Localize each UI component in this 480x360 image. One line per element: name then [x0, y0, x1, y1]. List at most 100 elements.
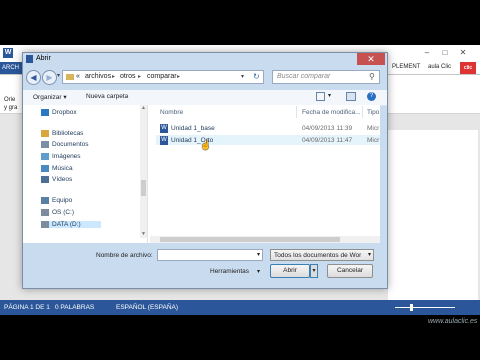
nav-item[interactable]: Música	[41, 165, 73, 172]
dialog-word-icon	[26, 55, 33, 63]
nav-item[interactable]: Documentos	[41, 141, 89, 148]
file-name-text: Unidad 1_base	[171, 125, 215, 133]
breadcrumb-sep-icon: ▸	[177, 74, 181, 80]
file-type: Micr	[367, 125, 380, 132]
nav-item[interactable]: Vídeos	[41, 176, 72, 183]
file-date: 04/09/2013 11:39	[302, 125, 353, 132]
view-options-icon[interactable]	[316, 92, 325, 101]
open-button[interactable]: Abrir	[270, 264, 310, 278]
nav-item-label: Imágenes	[52, 153, 81, 161]
help-icon[interactable]: ?	[367, 92, 376, 101]
videos-icon	[41, 176, 49, 183]
search-placeholder: Buscar comparar	[277, 73, 331, 80]
horizontal-scroll-thumb[interactable]	[160, 237, 340, 242]
breadcrumb-comparar[interactable]: comparar	[147, 73, 177, 80]
breadcrumb-sep-icon: ▸	[138, 74, 142, 80]
refresh-icon[interactable]: ↻	[253, 72, 260, 81]
address-bar[interactable]: « archivos ▸ otros ▸ comparar ▸ ▾ ↻	[62, 70, 264, 84]
mouse-cursor-icon: ☝	[200, 140, 212, 150]
status-page[interactable]: PÁGINA 1 DE 1	[4, 300, 50, 315]
account-name[interactable]: aula Clic	[428, 64, 451, 70]
new-folder-button[interactable]: Nueva carpeta	[86, 93, 128, 100]
dialog-close-button[interactable]: ✕	[357, 53, 385, 65]
filetype-dropdown-icon[interactable]: ▾	[368, 251, 371, 258]
column-name[interactable]: Nombre	[160, 109, 183, 116]
column-type[interactable]: Tipo	[367, 109, 379, 116]
nav-item-label: Música	[52, 165, 73, 173]
nav-item[interactable]: Imágenes	[41, 153, 81, 160]
breadcrumb-otros[interactable]: otros	[120, 73, 136, 80]
document-page[interactable]	[388, 130, 478, 300]
nav-item-label: DATA (D:)	[52, 221, 81, 229]
minimize-icon[interactable]: –	[420, 48, 434, 58]
aulaclic-logo: clic	[460, 62, 476, 74]
back-arrow-icon[interactable]: ◀	[26, 70, 41, 85]
zoom-slider[interactable]	[395, 307, 455, 308]
nav-item-label: Equipo	[52, 197, 73, 205]
nav-item[interactable]: Dropbox	[41, 109, 77, 116]
scroll-thumb[interactable]	[141, 180, 146, 196]
nav-item-label: OS (C:)	[52, 209, 75, 217]
word-doc-icon: W	[160, 124, 168, 133]
status-words[interactable]: 0 PALABRAS	[55, 300, 94, 315]
preview-pane-icon[interactable]	[346, 92, 356, 101]
zoom-thumb[interactable]	[410, 304, 413, 311]
column-divider	[362, 106, 363, 118]
close-icon[interactable]: ✕	[456, 48, 470, 58]
word-doc-icon: W	[160, 136, 168, 145]
breadcrumb-overflow[interactable]: «	[76, 73, 80, 80]
nav-item-label: Bibliotecas	[52, 130, 84, 138]
drive-icon	[41, 221, 49, 228]
tools-menu[interactable]: Herramientas	[210, 268, 249, 275]
open-dropdown-icon[interactable]: ▾	[310, 264, 318, 278]
cancel-button[interactable]: Cancelar	[327, 264, 373, 278]
filename-input[interactable]: ▾	[157, 249, 263, 261]
status-language[interactable]: ESPAÑOL (ESPAÑA)	[116, 300, 178, 315]
ribbon-fragment-1: Orie	[4, 97, 16, 103]
view-dropdown-icon[interactable]: ▾	[328, 92, 331, 99]
file-name: W Unidad 1_base	[160, 124, 215, 133]
dialog-title: Abrir	[36, 55, 51, 62]
tab-archivo[interactable]: ARCH	[0, 62, 22, 74]
nav-item[interactable]: OS (C:)	[41, 209, 74, 216]
forward-arrow-icon[interactable]: ▶	[42, 70, 57, 85]
drive-icon	[41, 209, 49, 216]
column-divider	[296, 106, 297, 118]
music-icon	[41, 165, 49, 172]
file-date: 04/09/2013 11:47	[302, 137, 353, 144]
scroll-down-icon[interactable]: ▼	[141, 231, 146, 237]
cancel-label: Cancelar	[336, 267, 363, 274]
nav-scrollbar[interactable]: ▲ ▼	[140, 105, 147, 238]
search-icon[interactable]: ⚲	[369, 72, 375, 81]
computer-icon	[41, 197, 49, 204]
maximize-icon[interactable]: □	[438, 48, 452, 58]
breadcrumb-archivos[interactable]: archivos	[85, 73, 111, 80]
filename-label: Nombre de archivo:	[96, 252, 153, 259]
filetype-value: Todos los documentos de Wor	[274, 252, 362, 259]
word-app-icon: W	[3, 48, 13, 58]
address-dropdown-icon[interactable]: ▾	[241, 73, 244, 80]
dialog-toolbar: Organizar ▾ Nueva carpeta ▾ ?	[23, 90, 387, 106]
filetype-select[interactable]: Todos los documentos de Wor ▾	[270, 249, 374, 261]
nav-item[interactable]: DATA (D:)	[41, 221, 101, 229]
nav-item-label: Dropbox	[52, 109, 77, 117]
organize-button[interactable]: Organizar ▾	[33, 93, 67, 101]
nav-item[interactable]: Equipo	[41, 197, 72, 204]
nav-item[interactable]: Bibliotecas	[41, 130, 83, 137]
scroll-up-icon[interactable]: ▲	[141, 105, 146, 111]
tools-dropdown-icon[interactable]: ▾	[257, 268, 260, 275]
recent-dropdown-icon[interactable]: ▾	[57, 72, 60, 79]
nav-item-label: Vídeos	[52, 176, 73, 184]
search-input[interactable]: Buscar comparar ⚲	[272, 70, 380, 84]
watermark: www.aulaclic.es	[428, 318, 478, 325]
images-icon	[41, 153, 49, 160]
filename-dropdown-icon[interactable]: ▾	[257, 251, 260, 258]
breadcrumb-sep-icon: ▸	[112, 74, 116, 80]
open-label: Abrir	[283, 267, 297, 274]
libraries-icon	[41, 130, 49, 137]
status-bar: PÁGINA 1 DE 1 0 PALABRAS ESPAÑOL (ESPAÑA…	[0, 300, 480, 315]
ribbon-tab-right[interactable]: PLEMENT	[392, 64, 420, 70]
file-type: Micr	[367, 137, 380, 144]
documents-icon	[41, 141, 49, 148]
column-date[interactable]: Fecha de modifica...	[302, 109, 361, 116]
